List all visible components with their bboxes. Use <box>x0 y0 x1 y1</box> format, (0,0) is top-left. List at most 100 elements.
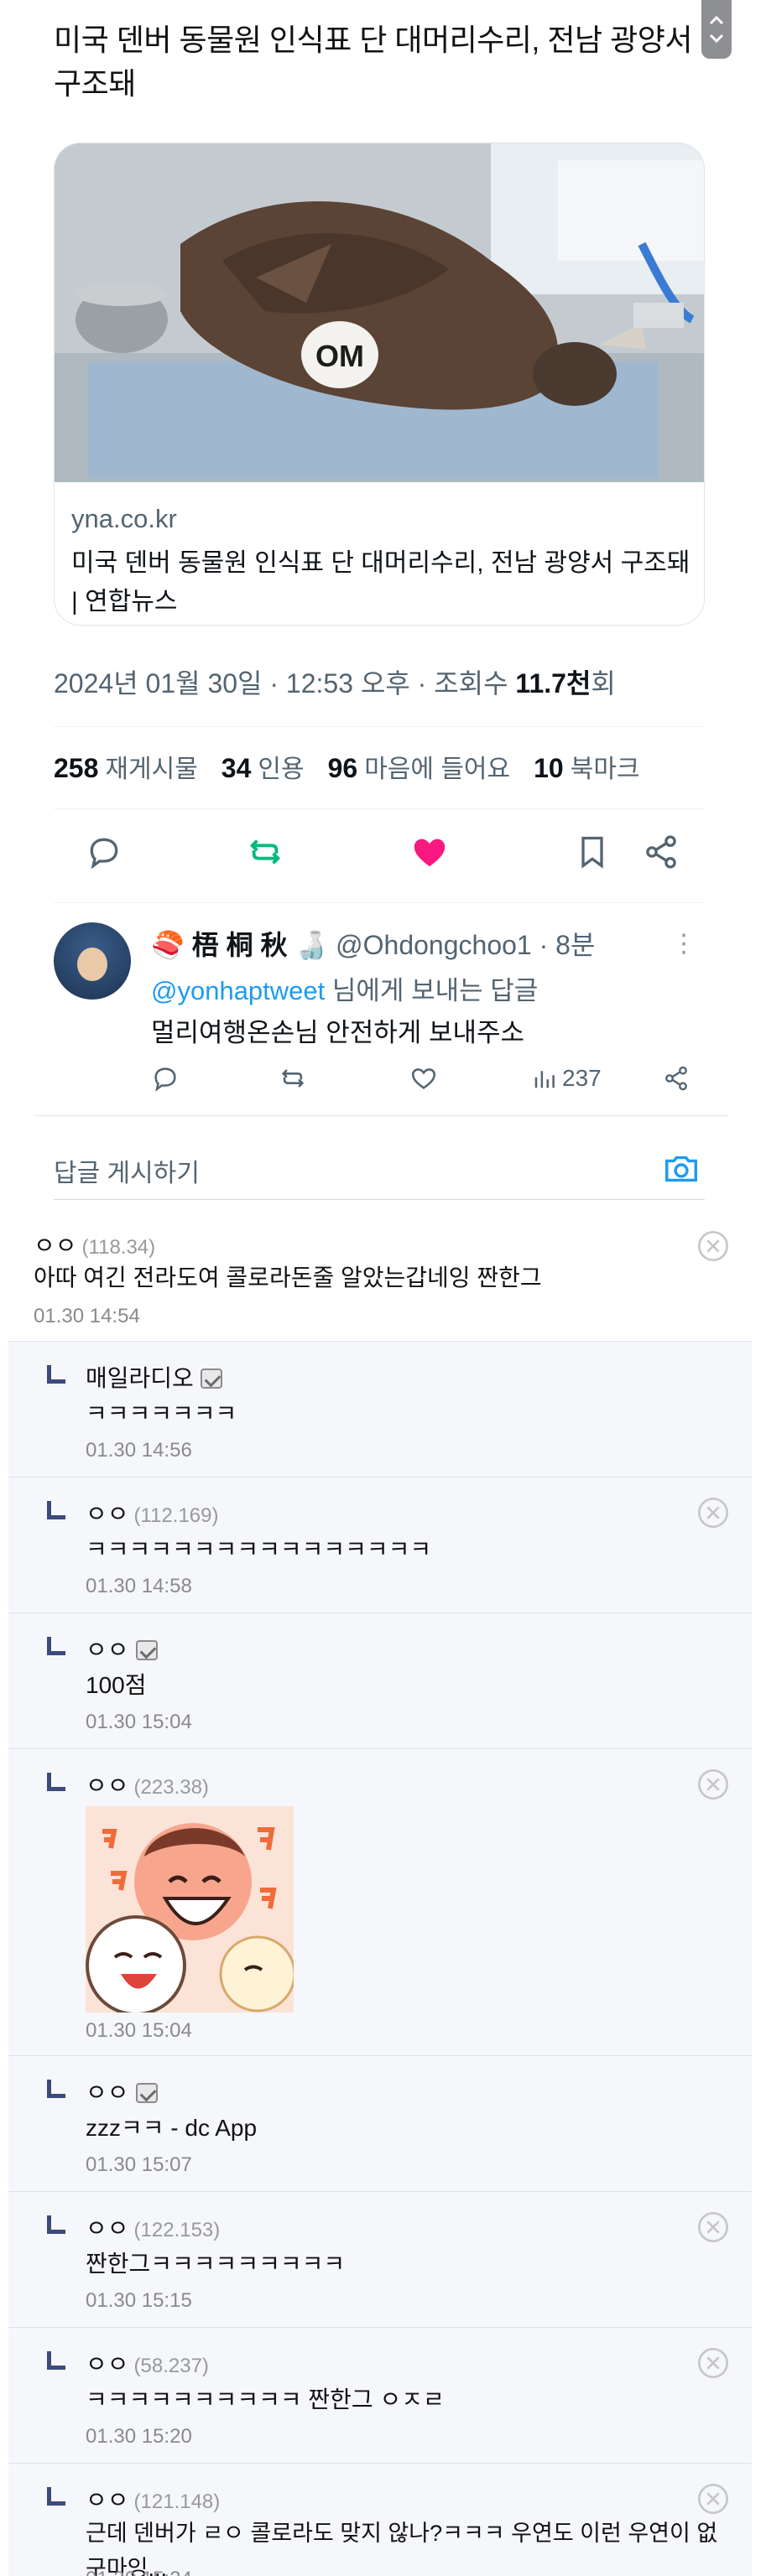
comment-author: ㅇㅇ <box>86 1632 158 1665</box>
comment-text: 짠한그ㅋㅋㅋㅋㅋㅋㅋㅋㅋ <box>86 2251 346 2277</box>
comment-text: ㅋㅋㅋㅋㅋㅋㅋ <box>86 1400 237 1426</box>
delete-icon[interactable] <box>696 2346 730 2380</box>
avatar[interactable] <box>54 922 131 1000</box>
reply-repost-button[interactable] <box>279 1055 307 1102</box>
share-button[interactable] <box>636 827 686 877</box>
stat-bookmarks[interactable]: 10 북마크 <box>534 748 639 785</box>
scroll-nav-button[interactable] <box>701 0 732 59</box>
reply-arrow-icon <box>47 1501 65 1519</box>
delete-icon[interactable] <box>696 1768 730 1801</box>
view-count: 11.7천 <box>515 668 591 699</box>
gallog-icon <box>135 2083 158 2103</box>
divider <box>54 1199 705 1200</box>
reply-comment-button[interactable] <box>151 1055 180 1102</box>
heart-filled-icon <box>414 839 446 867</box>
reply-arrow-icon <box>47 1637 65 1655</box>
comment-author: ㅇㅇ (118.34) <box>34 1233 156 1259</box>
camera-button[interactable] <box>658 1145 705 1192</box>
band-tag-text: OM <box>315 339 364 373</box>
link-card[interactable]: OM yna.co.kr 미국 덴버 동물원 인식표 단 대머리수리, 전남 광… <box>54 143 705 626</box>
comment-time: 01.30 15:15 <box>86 2289 192 2312</box>
stat-likes[interactable]: 96 마음에 들어요 <box>328 748 511 785</box>
reply-author-name[interactable]: 🍣 梧 桐 秋 🍶 <box>151 930 328 960</box>
comment-text: 100점 <box>86 1672 147 1698</box>
comment-author: ㅇㅇ (112.169) <box>86 1501 219 1527</box>
comment-text: 아따 여긴 전라도여 콜로라돈줄 알았는갑네잉 짠한그 <box>34 1265 542 1291</box>
reply-mention[interactable]: @yonhaptweet <box>151 976 325 1005</box>
dccon-sticker <box>86 1806 294 2012</box>
gallog-icon <box>135 1640 158 1660</box>
more-options-icon[interactable]: ⋮ <box>671 929 696 958</box>
comment-time: 01.30 15:04 <box>86 2019 192 2042</box>
post-date: 2024년 01월 30일 · 12:53 오후 · 조회수 <box>54 668 516 699</box>
delete-icon[interactable] <box>696 2210 730 2244</box>
comment-time: 01.30 15:20 <box>86 2425 192 2448</box>
reply-compose[interactable]: 답글 게시하기 <box>54 1135 705 1202</box>
delete-icon[interactable] <box>696 2482 730 2516</box>
like-button[interactable] <box>404 827 455 877</box>
comment-item: ㅇㅇ (118.34) 아따 여긴 전라도여 콜로라돈줄 알았는갑네잉 짠한그 0… <box>8 1208 752 1342</box>
delete-icon[interactable] <box>696 1496 730 1530</box>
comment-author: 매일라디오 <box>86 1360 222 1394</box>
link-card-image: OM <box>55 143 704 482</box>
reply-button[interactable] <box>79 827 129 877</box>
comment-author: ㅇㅇ (121.148) <box>86 2487 221 2513</box>
comment-reply-item: ㅇㅇ (122.153) 짠한그ㅋㅋㅋㅋㅋㅋㅋㅋㅋ 01.30 15:15 <box>8 2192 752 2328</box>
stat-reposts[interactable]: 258 재게시물 <box>54 748 198 785</box>
chevron-down-icon <box>709 34 724 44</box>
comment-text: ㅋㅋㅋㅋㅋㅋㅋㅋㅋㅋㅋㅋㅋㅋㅋㅋ <box>86 1536 432 1562</box>
divider <box>54 902 705 903</box>
comment-reply-item: 매일라디오 ㅋㅋㅋㅋㅋㅋㅋ 01.30 14:56 <box>8 1342 752 1478</box>
post-timestamp: 2024년 01월 30일 · 12:53 오후 · 조회수 11.7천회 <box>54 662 616 701</box>
reply-arrow-icon <box>47 2351 65 2370</box>
comment-time: 01.30 14:54 <box>34 1305 140 1327</box>
comment-reply-item: ㅇㅇ (112.169) ㅋㅋㅋㅋㅋㅋㅋㅋㅋㅋㅋㅋㅋㅋㅋㅋ 01.30 14:58 <box>8 1478 752 1613</box>
comment-time: 01.30 15:07 <box>86 2153 192 2176</box>
reply-arrow-icon <box>47 2215 65 2234</box>
reply-arrow-icon <box>47 1365 65 1384</box>
reply-author-handle: @Ohdongchoo1 · 8분 <box>336 930 596 960</box>
post-headline: 미국 덴버 동물원 인식표 단 대머리수리, 전남 광양서 구조돼 <box>54 23 693 101</box>
reply-share-button[interactable] <box>663 1055 690 1102</box>
gallog-icon <box>200 1368 222 1389</box>
reply-arrow-icon <box>47 2487 65 2506</box>
comment-time: 01.30 14:56 <box>86 1439 192 1462</box>
comment-author: ㅇㅇ (58.237) <box>86 2351 209 2377</box>
analytics-icon <box>534 1071 555 1088</box>
reply-text: 멀리여행온손님 안전하게 보내주소 <box>151 1018 525 1047</box>
comment-text: ㅋㅋㅋㅋㅋㅋㅋㅋㅋㅋ 짠한그 ㅇㅈㄹ <box>86 2386 445 2412</box>
view-suffix: 회 <box>591 668 616 699</box>
reply-header: 🍣 梧 桐 秋 🍶 @Ohdongchoo1 · 8분 <box>151 924 595 963</box>
comment-reply-item: ㅇㅇ 100점 01.30 15:04 <box>8 1613 752 1749</box>
comment-time: 01.30 15:24 <box>86 2568 192 2576</box>
reply-views-button[interactable]: 237 <box>532 1055 602 1102</box>
bookmark-button[interactable] <box>567 827 617 877</box>
comment-reply-item: ㅇㅇ (223.38) 01.30 15:04 <box>8 1749 752 2056</box>
reply-tweet[interactable]: 🍣 梧 桐 秋 🍶 @Ohdongchoo1 · 8분 ⋮ @yonhaptwe… <box>34 906 705 1115</box>
comment-author: ㅇㅇ (122.153) <box>86 2215 221 2241</box>
link-card-title: 미국 덴버 동물원 인식표 단 대머리수리, 전남 광양서 구조돼 | 연합뉴스 <box>71 549 690 615</box>
reply-arrow-icon <box>47 2080 65 2098</box>
comment-text: zzzㅋㅋ - dc App <box>86 2115 258 2141</box>
divider <box>54 808 705 809</box>
divider <box>54 726 705 727</box>
bookmark-icon <box>581 836 603 869</box>
post-stats: 258 재게시물 34 인용 96 마음에 들어요 10 북마크 <box>54 748 664 785</box>
reply-like-button[interactable] <box>409 1055 438 1102</box>
reply-view-count: 237 <box>562 1065 602 1091</box>
comment-icon <box>154 1067 176 1092</box>
stat-quotes[interactable]: 34 인용 <box>221 748 305 785</box>
comment-author: ㅇㅇ (223.38) <box>86 1773 209 1799</box>
compose-placeholder[interactable]: 답글 게시하기 <box>54 1152 200 1189</box>
comment-reply-item: ㅇㅇ (58.237) ㅋㅋㅋㅋㅋㅋㅋㅋㅋㅋ 짠한그 ㅇㅈㄹ 01.30 15:2… <box>8 2328 752 2464</box>
comment-author: ㅇㅇ <box>86 2075 158 2108</box>
post-actions <box>54 827 705 886</box>
link-card-domain: yna.co.kr <box>71 504 177 533</box>
delete-icon[interactable] <box>696 1229 730 1263</box>
comment-time: 01.30 14:58 <box>86 1575 192 1597</box>
heart-icon <box>411 1068 436 1089</box>
comment-reply-item: ㅇㅇ zzzㅋㅋ - dc App 01.30 15:07 <box>8 2056 752 2192</box>
share-icon <box>665 1066 687 1091</box>
repost-button[interactable] <box>240 827 290 877</box>
repost-icon <box>281 1069 305 1088</box>
